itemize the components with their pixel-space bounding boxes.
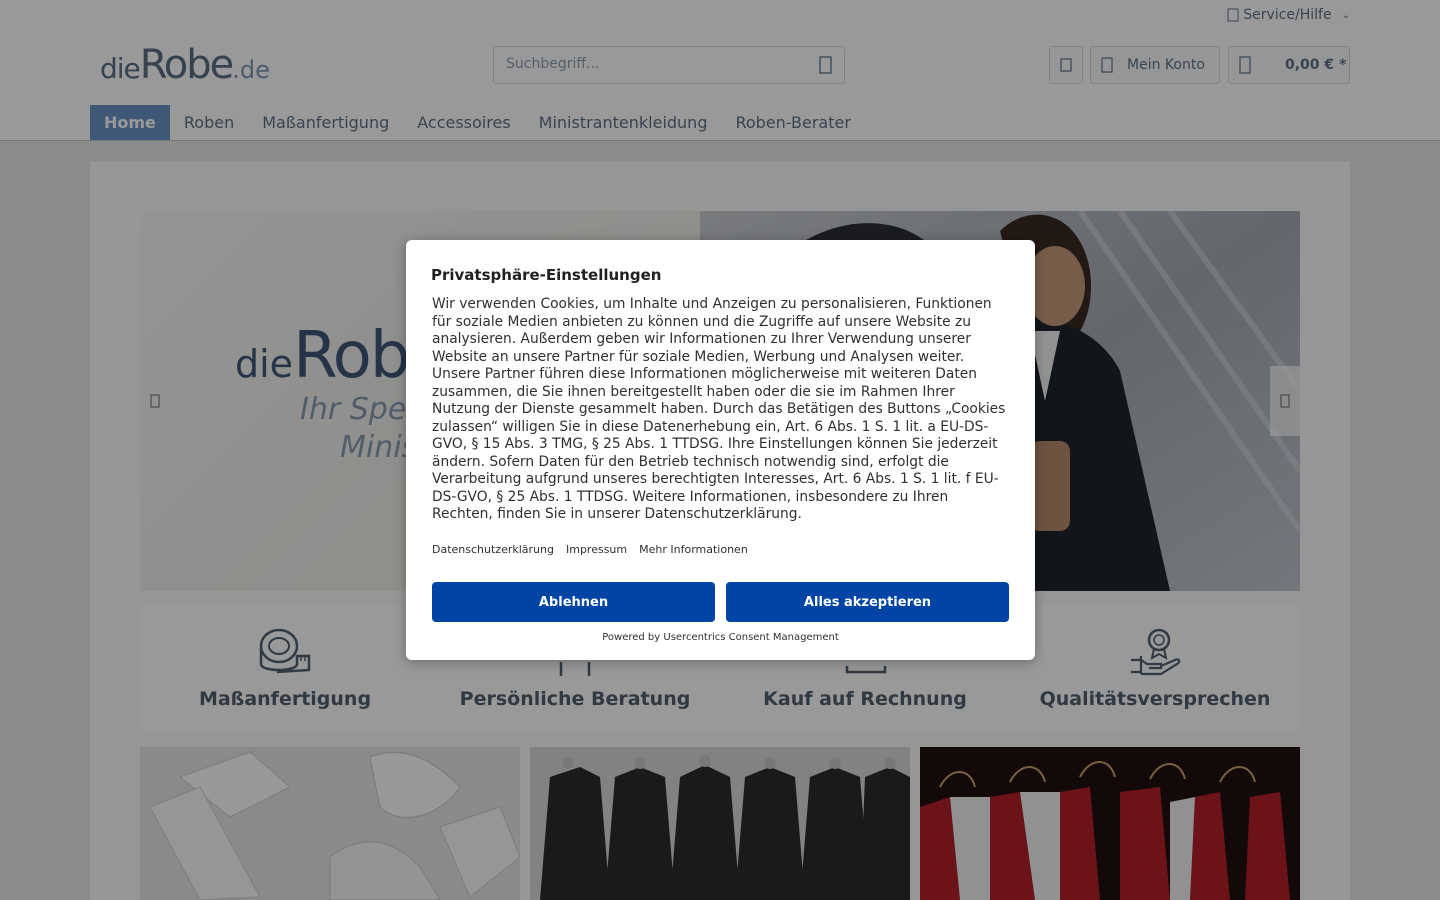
consent-title: Privatsphäre-Einstellungen <box>431 266 662 284</box>
accept-all-button[interactable]: Alles akzeptieren <box>726 582 1009 622</box>
privacy-consent-dialog: Privatsphäre-Einstellungen Wir verwenden… <box>406 240 1035 660</box>
deny-button[interactable]: Ablehnen <box>432 582 715 622</box>
consent-links: Datenschutzerklärung Impressum Mehr Info… <box>432 543 748 556</box>
powered-by-text: Powered by Usercentrics Consent Manageme… <box>602 632 839 643</box>
imprint-link[interactable]: Impressum <box>566 543 627 556</box>
privacy-policy-link[interactable]: Datenschutzerklärung <box>432 543 554 556</box>
consent-text: Wir verwenden Cookies, um Inhalte und An… <box>432 296 1006 522</box>
more-info-link[interactable]: Mehr Informationen <box>639 543 748 556</box>
